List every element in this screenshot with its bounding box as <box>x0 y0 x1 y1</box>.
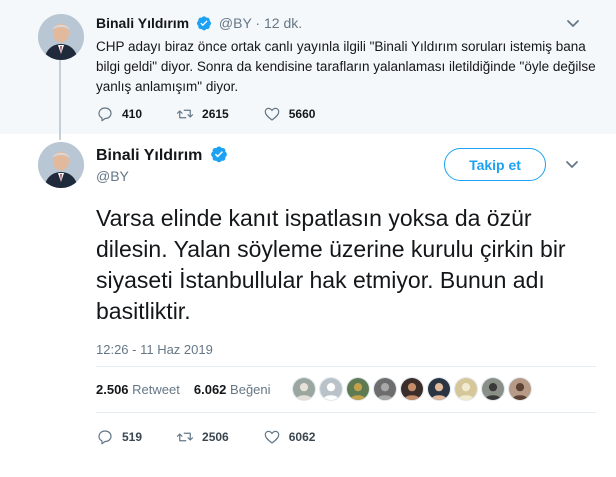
parent-tweet-header: Binali Yıldırım @BY · 12 dk. <box>96 15 302 31</box>
like-label: Beğeni <box>230 382 271 397</box>
reply-count: 519 <box>122 430 143 444</box>
retweet-total: 2.506 <box>96 382 129 397</box>
tweet-stats: 2.506 Retweet 6.062 Beğeni <box>96 382 271 397</box>
author-handle[interactable]: @BY <box>219 15 252 31</box>
reply-icon <box>98 107 112 122</box>
liker-avatar[interactable] <box>319 377 343 401</box>
liker-avatars <box>292 377 535 401</box>
divider <box>96 366 596 367</box>
main-tweet-text: Varsa elinde kanıt ispatlasın yoksa da ö… <box>96 205 566 324</box>
like-count: 6062 <box>288 430 316 444</box>
liker-avatar[interactable] <box>508 377 532 401</box>
retweets-stat[interactable]: 2.506 Retweet <box>96 382 180 397</box>
parent-tweet-actions: 410 2615 5660 <box>96 105 349 123</box>
liker-avatar[interactable] <box>454 377 478 401</box>
verified-badge-icon <box>197 16 211 31</box>
separator: · <box>255 15 261 31</box>
chevron-down-icon[interactable] <box>564 17 582 31</box>
main-author-name-row: Binali Yıldırım <box>96 145 231 165</box>
author-handle[interactable]: @BY <box>96 168 129 184</box>
verified-badge-icon <box>210 146 227 163</box>
tweet-timestamp[interactable]: 12:26 - 11 Haz 2019 <box>96 342 213 357</box>
main-tweet-actions: 519 2506 6062 <box>96 428 349 446</box>
author-name[interactable]: Binali Yıldırım <box>96 147 202 164</box>
reply-icon <box>98 430 112 445</box>
author-name[interactable]: Binali Yıldırım <box>96 15 189 31</box>
tweet-time[interactable]: 12 dk. <box>264 15 302 31</box>
reply-button[interactable]: 410 <box>96 105 142 123</box>
follow-button[interactable]: Takip et <box>444 148 546 181</box>
like-total: 6.062 <box>193 382 227 397</box>
retweet-count: 2506 <box>202 430 229 444</box>
liker-avatar[interactable] <box>292 377 316 401</box>
parent-tweet-text: CHP adayı biraz önce ortak canlı yayınla… <box>96 39 596 94</box>
divider <box>96 412 596 413</box>
liker-avatar[interactable] <box>427 377 451 401</box>
like-icon <box>264 430 280 444</box>
liker-avatar[interactable] <box>346 377 370 401</box>
retweet-icon <box>176 109 194 119</box>
reply-button[interactable]: 519 <box>96 428 142 446</box>
retweet-button[interactable]: 2615 <box>176 105 229 123</box>
like-icon <box>264 107 280 121</box>
like-count: 5660 <box>288 107 316 121</box>
thread-connector-line <box>59 60 61 140</box>
like-button[interactable]: 5660 <box>263 105 316 123</box>
retweet-button[interactable]: 2506 <box>176 428 229 446</box>
avatar[interactable] <box>38 14 84 60</box>
avatar[interactable] <box>38 142 84 188</box>
reply-count: 410 <box>122 107 143 121</box>
liker-avatar[interactable] <box>481 377 505 401</box>
like-button[interactable]: 6062 <box>263 428 316 446</box>
likes-stat[interactable]: 6.062 Beğeni <box>194 382 271 397</box>
liker-avatar[interactable] <box>400 377 424 401</box>
retweet-label: Retweet <box>132 382 180 397</box>
retweet-icon <box>176 432 194 442</box>
retweet-count: 2615 <box>202 107 229 121</box>
liker-avatar[interactable] <box>373 377 397 401</box>
chevron-down-icon[interactable] <box>563 158 581 172</box>
